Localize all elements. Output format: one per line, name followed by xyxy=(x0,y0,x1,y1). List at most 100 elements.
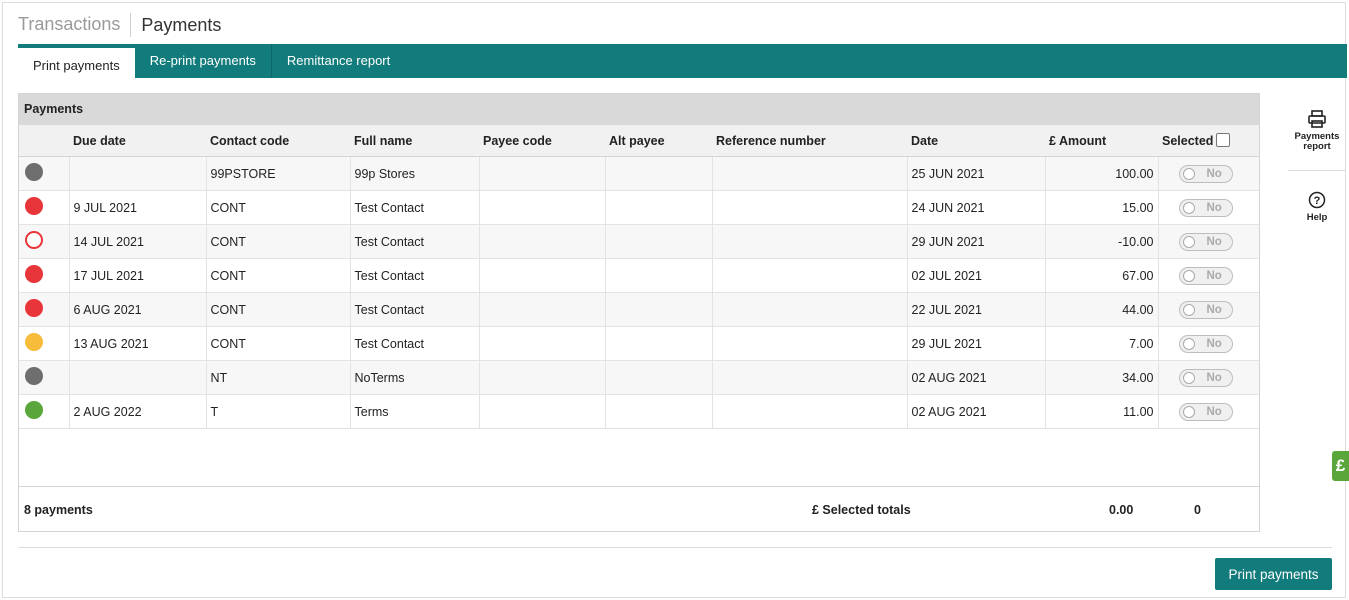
cell-due-date: 13 AUG 2021 xyxy=(69,326,207,361)
cell-amount: 7.00 xyxy=(1045,326,1159,361)
toggle-knob xyxy=(1182,405,1195,418)
status-cell xyxy=(19,394,70,429)
print-payments-button[interactable]: Print payments xyxy=(1215,558,1332,590)
cell-full-name: Test Contact xyxy=(350,292,480,327)
tab-print-payments[interactable]: Print payments xyxy=(18,47,135,78)
cell-reference-number xyxy=(712,394,908,429)
toggle-label: No xyxy=(1206,235,1222,248)
cell-full-name: NoTerms xyxy=(350,360,480,395)
toggle-knob xyxy=(1182,167,1195,180)
cell-full-name: 99p Stores xyxy=(350,156,480,191)
col-contact-code[interactable]: Contact code xyxy=(206,125,350,157)
toggle-label: No xyxy=(1206,405,1222,418)
table-header-row: Due date Contact code Full name Payee co… xyxy=(19,125,1259,157)
cell-contact-code: CONT xyxy=(206,258,351,293)
selected-toggle[interactable]: No xyxy=(1178,402,1233,421)
tab-remittance-report[interactable]: Remittance report xyxy=(272,44,405,78)
cell-amount: 34.00 xyxy=(1045,360,1159,395)
payments-report-button[interactable]: Payments report xyxy=(1288,108,1346,152)
table-row[interactable]: 9 JUL 2021 CONT Test Contact 24 JUN 2021 15.… xyxy=(19,190,1259,225)
help-icon: ? xyxy=(1288,189,1346,211)
cell-payee-code xyxy=(479,224,606,259)
breadcrumb-transactions[interactable]: Transactions xyxy=(18,13,132,37)
table-row[interactable]: 17 JUL 2021 CONT Test Contact 02 JUL 2021 67… xyxy=(19,258,1259,293)
cell-payee-code xyxy=(479,326,606,361)
toggle-label: No xyxy=(1206,269,1222,282)
cell-date: 22 JUL 2021 xyxy=(907,292,1046,327)
cell-amount: 44.00 xyxy=(1045,292,1159,327)
help-button[interactable]: ? Help xyxy=(1288,189,1346,223)
cell-full-name: Terms xyxy=(350,394,480,429)
col-amount[interactable]: £ Amount xyxy=(1045,125,1158,157)
table-row[interactable]: 2 AUG 2022 T Terms 02 AUG 2021 11.00 No xyxy=(19,394,1259,429)
selected-toggle[interactable]: No xyxy=(1178,300,1233,319)
col-status xyxy=(19,125,69,157)
cell-contact-code: NT xyxy=(206,360,351,395)
status-cell xyxy=(19,224,70,259)
col-date[interactable]: Date xyxy=(907,125,1045,157)
cell-full-name: Test Contact xyxy=(350,190,480,225)
page-header: Transactions Payments xyxy=(18,13,221,37)
status-dot-icon xyxy=(25,367,43,385)
cell-payee-code xyxy=(479,258,606,293)
cell-due-date: 9 JUL 2021 xyxy=(69,190,207,225)
cell-amount: 67.00 xyxy=(1045,258,1159,293)
selected-toggle[interactable]: No xyxy=(1178,198,1233,217)
col-reference-number[interactable]: Reference number xyxy=(712,125,907,157)
svg-text:?: ? xyxy=(1314,195,1321,207)
toggle-label: No xyxy=(1206,201,1222,214)
help-label: Help xyxy=(1306,212,1328,223)
sidebar-divider xyxy=(1288,170,1346,171)
pound-tab[interactable]: £ xyxy=(1332,451,1349,481)
cell-reference-number xyxy=(712,190,908,225)
cell-full-name: Test Contact xyxy=(350,258,480,293)
cell-date: 02 AUG 2021 xyxy=(907,360,1046,395)
selected-cell: No xyxy=(1158,394,1259,429)
table-row[interactable]: 99PSTORE 99p Stores 25 JUN 2021 100.00 No xyxy=(19,156,1259,191)
status-dot-icon xyxy=(25,197,43,215)
cell-amount: 11.00 xyxy=(1045,394,1159,429)
cell-due-date: 2 AUG 2022 xyxy=(69,394,207,429)
col-full-name[interactable]: Full name xyxy=(350,125,479,157)
selected-toggle[interactable]: No xyxy=(1178,266,1233,285)
selected-toggle[interactable]: No xyxy=(1178,232,1233,251)
col-alt-payee[interactable]: Alt payee xyxy=(605,125,712,157)
tab-bar: Print payments Re-print payments Remitta… xyxy=(18,44,1347,78)
right-sidebar: Payments report ? Help xyxy=(1288,108,1346,223)
cell-reference-number xyxy=(712,292,908,327)
cell-due-date xyxy=(69,156,207,191)
status-cell xyxy=(19,190,70,225)
selected-toggle[interactable]: No xyxy=(1178,164,1233,183)
cell-due-date: 14 JUL 2021 xyxy=(69,224,207,259)
cell-full-name: Test Contact xyxy=(350,326,480,361)
col-due-date[interactable]: Due date xyxy=(69,125,206,157)
tab-reprint-payments[interactable]: Re-print payments xyxy=(135,44,272,78)
select-all-checkbox[interactable] xyxy=(1216,133,1231,147)
panel-title: Payments xyxy=(19,94,1259,125)
col-selected-label: Selected xyxy=(1162,134,1214,148)
printer-icon xyxy=(1288,108,1346,130)
cell-alt-payee xyxy=(605,394,713,429)
table-footer: 8 payments £ Selected totals 0.00 0 xyxy=(19,487,1259,531)
status-dot-icon xyxy=(25,401,43,419)
payment-count: 8 payments xyxy=(24,503,93,517)
table-row[interactable]: 14 JUL 2021 CONT Test Contact 29 JUN 2021 -1… xyxy=(19,224,1259,259)
table-row[interactable]: 13 AUG 2021 CONT Test Contact 29 JUL 2021 7.… xyxy=(19,326,1259,361)
cell-contact-code: CONT xyxy=(206,224,351,259)
cell-contact-code: T xyxy=(206,394,351,429)
cell-payee-code xyxy=(479,156,606,191)
selected-toggle[interactable]: No xyxy=(1178,334,1233,353)
status-cell xyxy=(19,292,70,327)
table-row[interactable]: NT NoTerms 02 AUG 2021 34.00 No xyxy=(19,360,1259,395)
selected-toggle[interactable]: No xyxy=(1178,368,1233,387)
toggle-label: No xyxy=(1206,371,1222,384)
table-row[interactable]: 6 AUG 2021 CONT Test Contact 22 JUL 2021 44.… xyxy=(19,292,1259,327)
cell-payee-code xyxy=(479,292,606,327)
cell-due-date: 6 AUG 2021 xyxy=(69,292,207,327)
toggle-knob xyxy=(1182,303,1195,316)
payments-report-label: Payments report xyxy=(1294,131,1340,152)
col-payee-code[interactable]: Payee code xyxy=(479,125,605,157)
cell-contact-code: CONT xyxy=(206,190,351,225)
cell-date: 24 JUN 2021 xyxy=(907,190,1046,225)
selected-cell: No xyxy=(1158,360,1259,395)
